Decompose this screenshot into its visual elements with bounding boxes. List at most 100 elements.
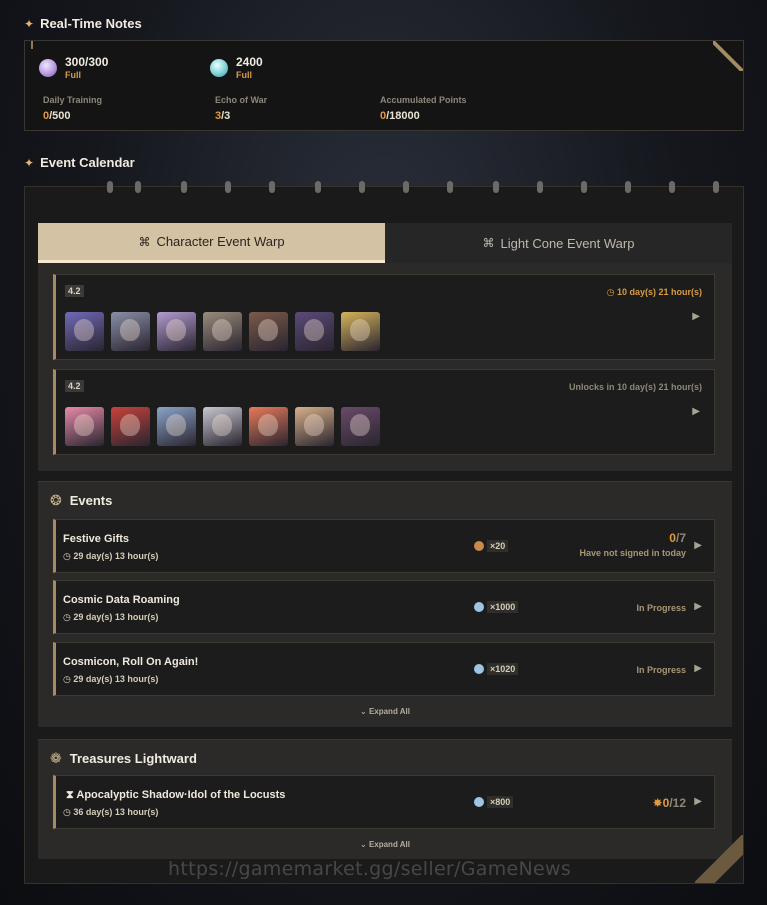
binder-ring bbox=[493, 181, 499, 193]
corner-stamp-decoration bbox=[695, 835, 743, 883]
event-card-festive-gifts[interactable]: Festive Gifts ◷ 29 day(s) 13 hour(s) ×20… bbox=[53, 519, 715, 573]
warp-tabs: ⌘ Character Event Warp ⌘ Light Cone Even… bbox=[38, 223, 732, 263]
event-calendar-panel: ⌘ Character Event Warp ⌘ Light Cone Even… bbox=[24, 181, 744, 884]
binder-ring bbox=[315, 181, 321, 193]
real-time-notes-panel: 300/300 Full 2400 Full Daily Training 0/… bbox=[24, 40, 744, 131]
character-avatar[interactable] bbox=[65, 407, 104, 446]
chevron-right-icon[interactable]: ▶ bbox=[694, 601, 702, 612]
reward-icon bbox=[474, 797, 484, 807]
reserved-power: 2400 Full bbox=[210, 55, 263, 80]
trailblaze-power-icon bbox=[39, 58, 57, 77]
binder-ring bbox=[359, 181, 365, 193]
tab-label: Light Cone Event Warp bbox=[500, 235, 635, 251]
binder-ring bbox=[669, 181, 675, 193]
treasure-card[interactable]: ⧗ Apocalyptic Shadow·Idol of the Locusts… bbox=[53, 775, 715, 829]
chevron-right-icon[interactable]: ▶ bbox=[694, 663, 702, 674]
reserved-power-value: 2400 bbox=[236, 55, 263, 69]
binder-ring bbox=[135, 181, 141, 193]
chevron-down-icon: ⌄ bbox=[360, 840, 367, 849]
character-avatar[interactable] bbox=[249, 312, 288, 351]
character-avatar[interactable] bbox=[111, 407, 150, 446]
character-avatar[interactable] bbox=[203, 312, 242, 351]
binder-ring bbox=[181, 181, 187, 193]
version-badge: 4.2 bbox=[65, 380, 84, 392]
chevron-right-icon[interactable]: ▶ bbox=[694, 796, 702, 807]
event-name: Cosmicon, Roll On Again! bbox=[63, 656, 199, 668]
character-avatar[interactable] bbox=[295, 312, 334, 351]
tab-label: Character Event Warp bbox=[156, 234, 285, 249]
tab-light-cone-event-warp[interactable]: ⌘ Light Cone Event Warp bbox=[385, 223, 732, 263]
character-avatar[interactable] bbox=[341, 407, 380, 446]
events-icon: ❂ bbox=[50, 492, 62, 508]
warp-list: 4.2 ◷ 10 day(s) 21 hour(s) ▶ 4.2 Unlocks… bbox=[38, 263, 732, 471]
event-card-cosmicon[interactable]: Cosmicon, Roll On Again! ◷ 29 day(s) 13 … bbox=[53, 642, 715, 696]
expand-all-button[interactable]: ⌄ Expand All bbox=[38, 707, 732, 716]
chevron-right-icon[interactable]: ▶ bbox=[692, 311, 700, 322]
chevron-right-icon[interactable]: ▶ bbox=[694, 540, 702, 551]
event-reward: ×1000 bbox=[474, 601, 519, 613]
daily-training-stat: Daily Training 0/500 bbox=[43, 95, 102, 122]
warp-card[interactable]: 4.2 ◷ 10 day(s) 21 hour(s) ▶ bbox=[53, 274, 715, 360]
reserved-power-status: Full bbox=[236, 70, 252, 80]
chevron-down-icon: ⌄ bbox=[360, 707, 367, 716]
reward-icon bbox=[474, 541, 484, 551]
daily-training-value: 0/500 bbox=[43, 110, 71, 122]
watermark-text: https://gamemarket.gg/seller/GameNews bbox=[168, 858, 572, 880]
warp-timer: ◷ 10 day(s) 21 hour(s) bbox=[606, 287, 702, 297]
corner-decoration bbox=[713, 41, 743, 71]
character-avatar[interactable] bbox=[341, 312, 380, 351]
character-avatar[interactable] bbox=[203, 407, 242, 446]
expand-all-button[interactable]: ⌄ Expand All bbox=[38, 840, 732, 849]
event-time: ◷ 29 day(s) 13 hour(s) bbox=[63, 674, 159, 684]
version-badge: 4.2 bbox=[65, 285, 84, 297]
event-name: Festive Gifts bbox=[63, 533, 130, 545]
treasure-progress: ✸0/12 bbox=[652, 796, 686, 810]
character-avatar[interactable] bbox=[249, 407, 288, 446]
event-status: In Progress bbox=[636, 665, 686, 675]
character-avatar[interactable] bbox=[157, 407, 196, 446]
event-reward: ×1020 bbox=[474, 663, 519, 675]
event-name: Cosmic Data Roaming bbox=[63, 594, 180, 606]
echo-of-war-value: 3/3 bbox=[215, 110, 231, 122]
event-card-cosmic-data-roaming[interactable]: Cosmic Data Roaming ◷ 29 day(s) 13 hour(… bbox=[53, 580, 715, 634]
binder-ring bbox=[713, 181, 719, 193]
character-avatars bbox=[65, 312, 380, 351]
notes-title: Real-Time Notes bbox=[40, 16, 142, 31]
character-avatars bbox=[65, 407, 380, 446]
treasure-reward: ×800 bbox=[474, 796, 514, 808]
warp-card[interactable]: 4.2 Unlocks in 10 day(s) 21 hour(s) ▶ bbox=[53, 369, 715, 455]
echo-of-war-label: Echo of War bbox=[215, 95, 268, 105]
treasures-title: Treasures Lightward bbox=[69, 751, 197, 766]
tab-character-event-warp[interactable]: ⌘ Character Event Warp bbox=[38, 223, 385, 263]
binder-ring bbox=[403, 181, 409, 193]
character-avatar[interactable] bbox=[157, 312, 196, 351]
binder-rings bbox=[25, 181, 745, 193]
binder-ring bbox=[581, 181, 587, 193]
binder-ring bbox=[447, 181, 453, 193]
star-icon: ✸ bbox=[652, 796, 663, 810]
events-panel: ❂ Events Festive Gifts ◷ 29 day(s) 13 ho… bbox=[38, 481, 732, 727]
chevron-right-icon[interactable]: ▶ bbox=[692, 406, 700, 417]
calendar-title: Event Calendar bbox=[40, 155, 135, 170]
binder-ring bbox=[537, 181, 543, 193]
event-status: In Progress bbox=[636, 603, 686, 613]
character-avatar[interactable] bbox=[295, 407, 334, 446]
events-title: Events bbox=[69, 493, 113, 508]
trailblaze-power-value: 300/300 bbox=[65, 55, 109, 69]
panel-tick-decoration bbox=[31, 41, 33, 49]
character-avatar[interactable] bbox=[65, 312, 104, 351]
event-progress: 0/7 bbox=[669, 531, 686, 545]
character-avatar[interactable] bbox=[111, 312, 150, 351]
accumulated-points-label: Accumulated Points bbox=[380, 95, 467, 105]
binder-ring bbox=[107, 181, 113, 193]
event-time: ◷ 29 day(s) 13 hour(s) bbox=[63, 551, 159, 561]
warp-timer: Unlocks in 10 day(s) 21 hour(s) bbox=[568, 382, 702, 392]
hourglass-icon: ⧗ bbox=[66, 789, 74, 801]
sparkle-icon: ✦ bbox=[24, 16, 35, 31]
notes-section-title: ✦ Real-Time Notes bbox=[24, 16, 142, 31]
calendar-section-title: ✦ Event Calendar bbox=[24, 155, 135, 170]
warp-icon: ⌘ bbox=[138, 234, 151, 249]
daily-training-label: Daily Training bbox=[43, 95, 103, 105]
treasures-icon: ❁ bbox=[50, 750, 62, 766]
warp-icon: ⌘ bbox=[482, 236, 495, 250]
